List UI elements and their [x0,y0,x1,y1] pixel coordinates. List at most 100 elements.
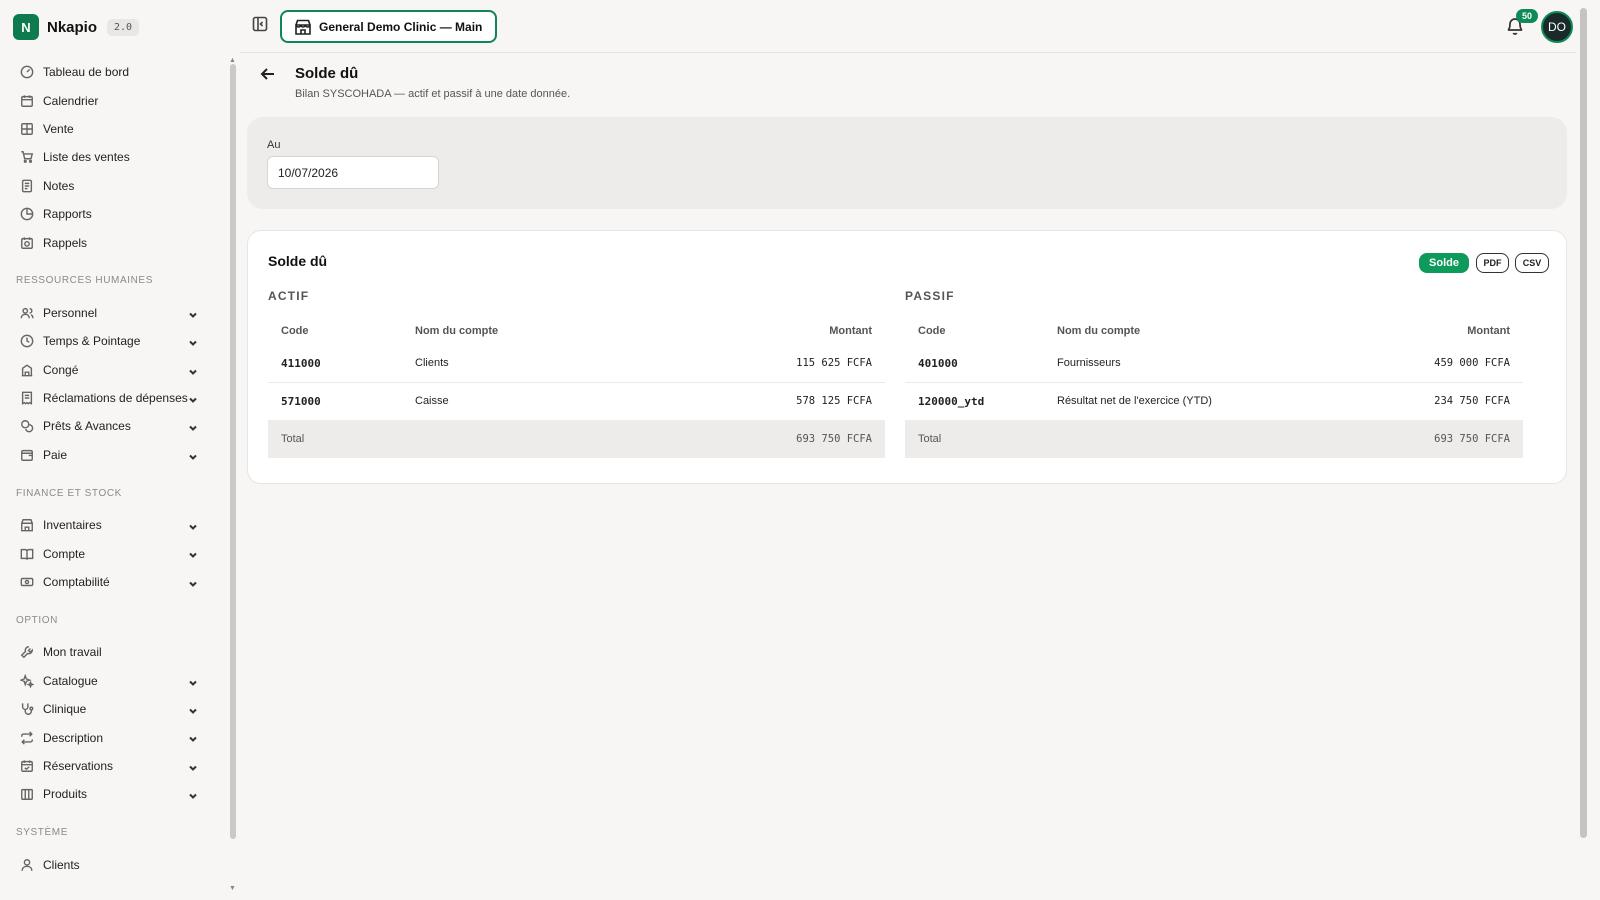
total-label: Total [281,433,305,445]
sidebar-scroll-down-icon[interactable]: ▼ [229,885,236,892]
clock-icon [20,334,34,348]
actif-table: Code Nom du compte Montant 411000 Client… [268,317,885,458]
column-header-code: Code [281,325,309,337]
chevron-down-icon [188,732,198,743]
account-code: 411000 [281,356,321,370]
table-row: 411000 Clients 115 625 FCFA [268,345,885,383]
sparkles-icon [20,673,34,688]
back-arrow-icon[interactable] [259,65,277,83]
sidebar-item-reservations[interactable]: Réservations [16,752,206,780]
sidebar-item-liste-des-ventes[interactable]: Liste des ventes [16,143,206,171]
sidebar-scrollbar[interactable] [230,64,236,839]
chevron-down-icon [188,676,198,686]
chevron-down-icon [188,789,198,800]
page-subtitle: Bilan SYSCOHADA — actif et passif à une … [295,88,571,100]
sidebar-item-vente[interactable]: Vente [16,115,206,143]
notification-count-badge: 50 [1516,9,1539,23]
sidebar-item-compte[interactable]: Compte [16,539,206,567]
pdf-export-button[interactable]: PDF [1476,253,1509,273]
page-scrollbar[interactable] [1580,8,1587,838]
account-code: 571000 [281,394,321,408]
table-header: Code Nom du compte Montant [905,317,1523,345]
chevron-down-icon [188,761,198,771]
avatar[interactable]: DO [1541,11,1573,43]
total-label: Total [918,433,942,445]
sidebar-toggle-icon[interactable] [252,16,268,32]
package-icon [20,787,34,801]
sidebar-item-tableau-de-bord[interactable]: Tableau de bord [16,58,206,86]
brand-logo: N [13,14,39,40]
sidebar-item-paie[interactable]: Paie [16,441,206,469]
sidebar-item-comptabilite[interactable]: Comptabilité [16,568,206,596]
sidebar-item-label: Clients [43,857,80,872]
account-amount: 234 750 FCFA [1434,395,1510,408]
sidebar-item-inventaires[interactable]: Inventaires [16,511,206,539]
column-header-name: Nom du compte [1057,325,1141,337]
sidebar-item-reclamations[interactable]: Réclamations de dépenses [16,384,206,412]
repeat-icon [20,730,34,745]
report-card: Solde dû Solde PDF CSV ACTIF Code Nom du… [247,230,1567,484]
sidebar-item-label: Comptabilité [43,575,110,590]
sidebar-item-personnel[interactable]: Personnel [16,299,206,327]
chevron-down-icon [188,577,198,587]
topbar: General Demo Clinic — Main 50 DO [240,0,1576,53]
store-icon [295,19,311,35]
total-row: Total 693 750 FCFA [905,420,1523,458]
sidebar-item-calendrier[interactable]: Calendrier [16,86,206,114]
coins-icon [20,419,34,433]
chevron-down-icon [188,520,198,530]
table-row: 571000 Caisse 578 125 FCFA [268,383,885,421]
sidebar-item-label: Catalogue [43,673,98,688]
wallet-icon [20,448,34,462]
sidebar-item-temps-pointage[interactable]: Temps & Pointage [16,327,206,355]
section-title-rh: RESSOURCES HUMAINES [16,275,153,287]
date-field[interactable] [267,156,439,189]
table-header: Code Nom du compte Montant [268,317,885,345]
table-row: 401000 Fournisseurs 459 000 FCFA [905,345,1523,383]
grid-icon [20,122,34,136]
csv-export-button[interactable]: CSV [1515,253,1549,273]
sidebar-item-notes[interactable]: Notes [16,172,206,200]
account-name: Résultat net de l'exercice (YTD) [1057,395,1212,408]
sidebar-item-label: Personnel [43,305,98,320]
sidebar-item-clients[interactable]: Clients [16,851,206,879]
sidebar-item-clinique[interactable]: Clinique [16,695,206,723]
clinic-selector-button[interactable]: General Demo Clinic — Main [280,10,498,43]
sidebar-item-label: Description [43,730,104,745]
banknote-icon [20,575,34,589]
sidebar-item-prets-avances[interactable]: Prêts & Avances [16,412,206,440]
page-title: Solde dû [295,65,359,82]
actif-heading: ACTIF [268,289,310,303]
sidebar-item-rappels[interactable]: Rappels [16,228,206,256]
receipt-icon [20,391,34,406]
book-icon [20,547,34,561]
sidebar-item-catalogue[interactable]: Catalogue [16,667,206,695]
column-header-amount: Montant [1467,325,1510,337]
user-icon [20,858,34,872]
sidebar-item-rapports[interactable]: Rapports [16,200,206,228]
version-badge: 2.0 [107,18,140,36]
filter-card: Au [247,117,1567,209]
sidebar-item-label: Prêts & Avances [43,419,131,434]
account-name: Clients [415,357,449,370]
brand[interactable]: N Nkapio 2.0 [13,14,140,40]
sidebar-item-label: Congé [43,362,79,377]
cart-icon [20,150,34,164]
section-title-systeme: SYSTÈME [16,827,68,839]
sidebar-item-label: Rappels [43,235,88,250]
column-header-name: Nom du compte [415,325,499,337]
sidebar-item-produits[interactable]: Produits [16,780,206,808]
sidebar-item-label: Vente [43,121,74,136]
sidebar-item-mon-travail[interactable]: Mon travail [16,638,206,666]
sidebar-item-label: Rapports [43,207,92,222]
sidebar: N Nkapio 2.0 Tableau de bord Calendrier … [0,0,225,900]
sidebar-item-label: Produits [43,787,88,802]
chevron-down-icon [188,336,198,347]
sidebar-item-description[interactable]: Description [16,723,206,751]
sidebar-scroll-up-icon[interactable]: ▲ [229,57,236,64]
solde-button[interactable]: Solde [1419,253,1469,273]
chevron-down-icon [188,548,198,559]
building-icon [20,363,34,377]
sidebar-item-conge[interactable]: Congé [16,356,206,384]
brand-name: Nkapio [47,18,98,36]
